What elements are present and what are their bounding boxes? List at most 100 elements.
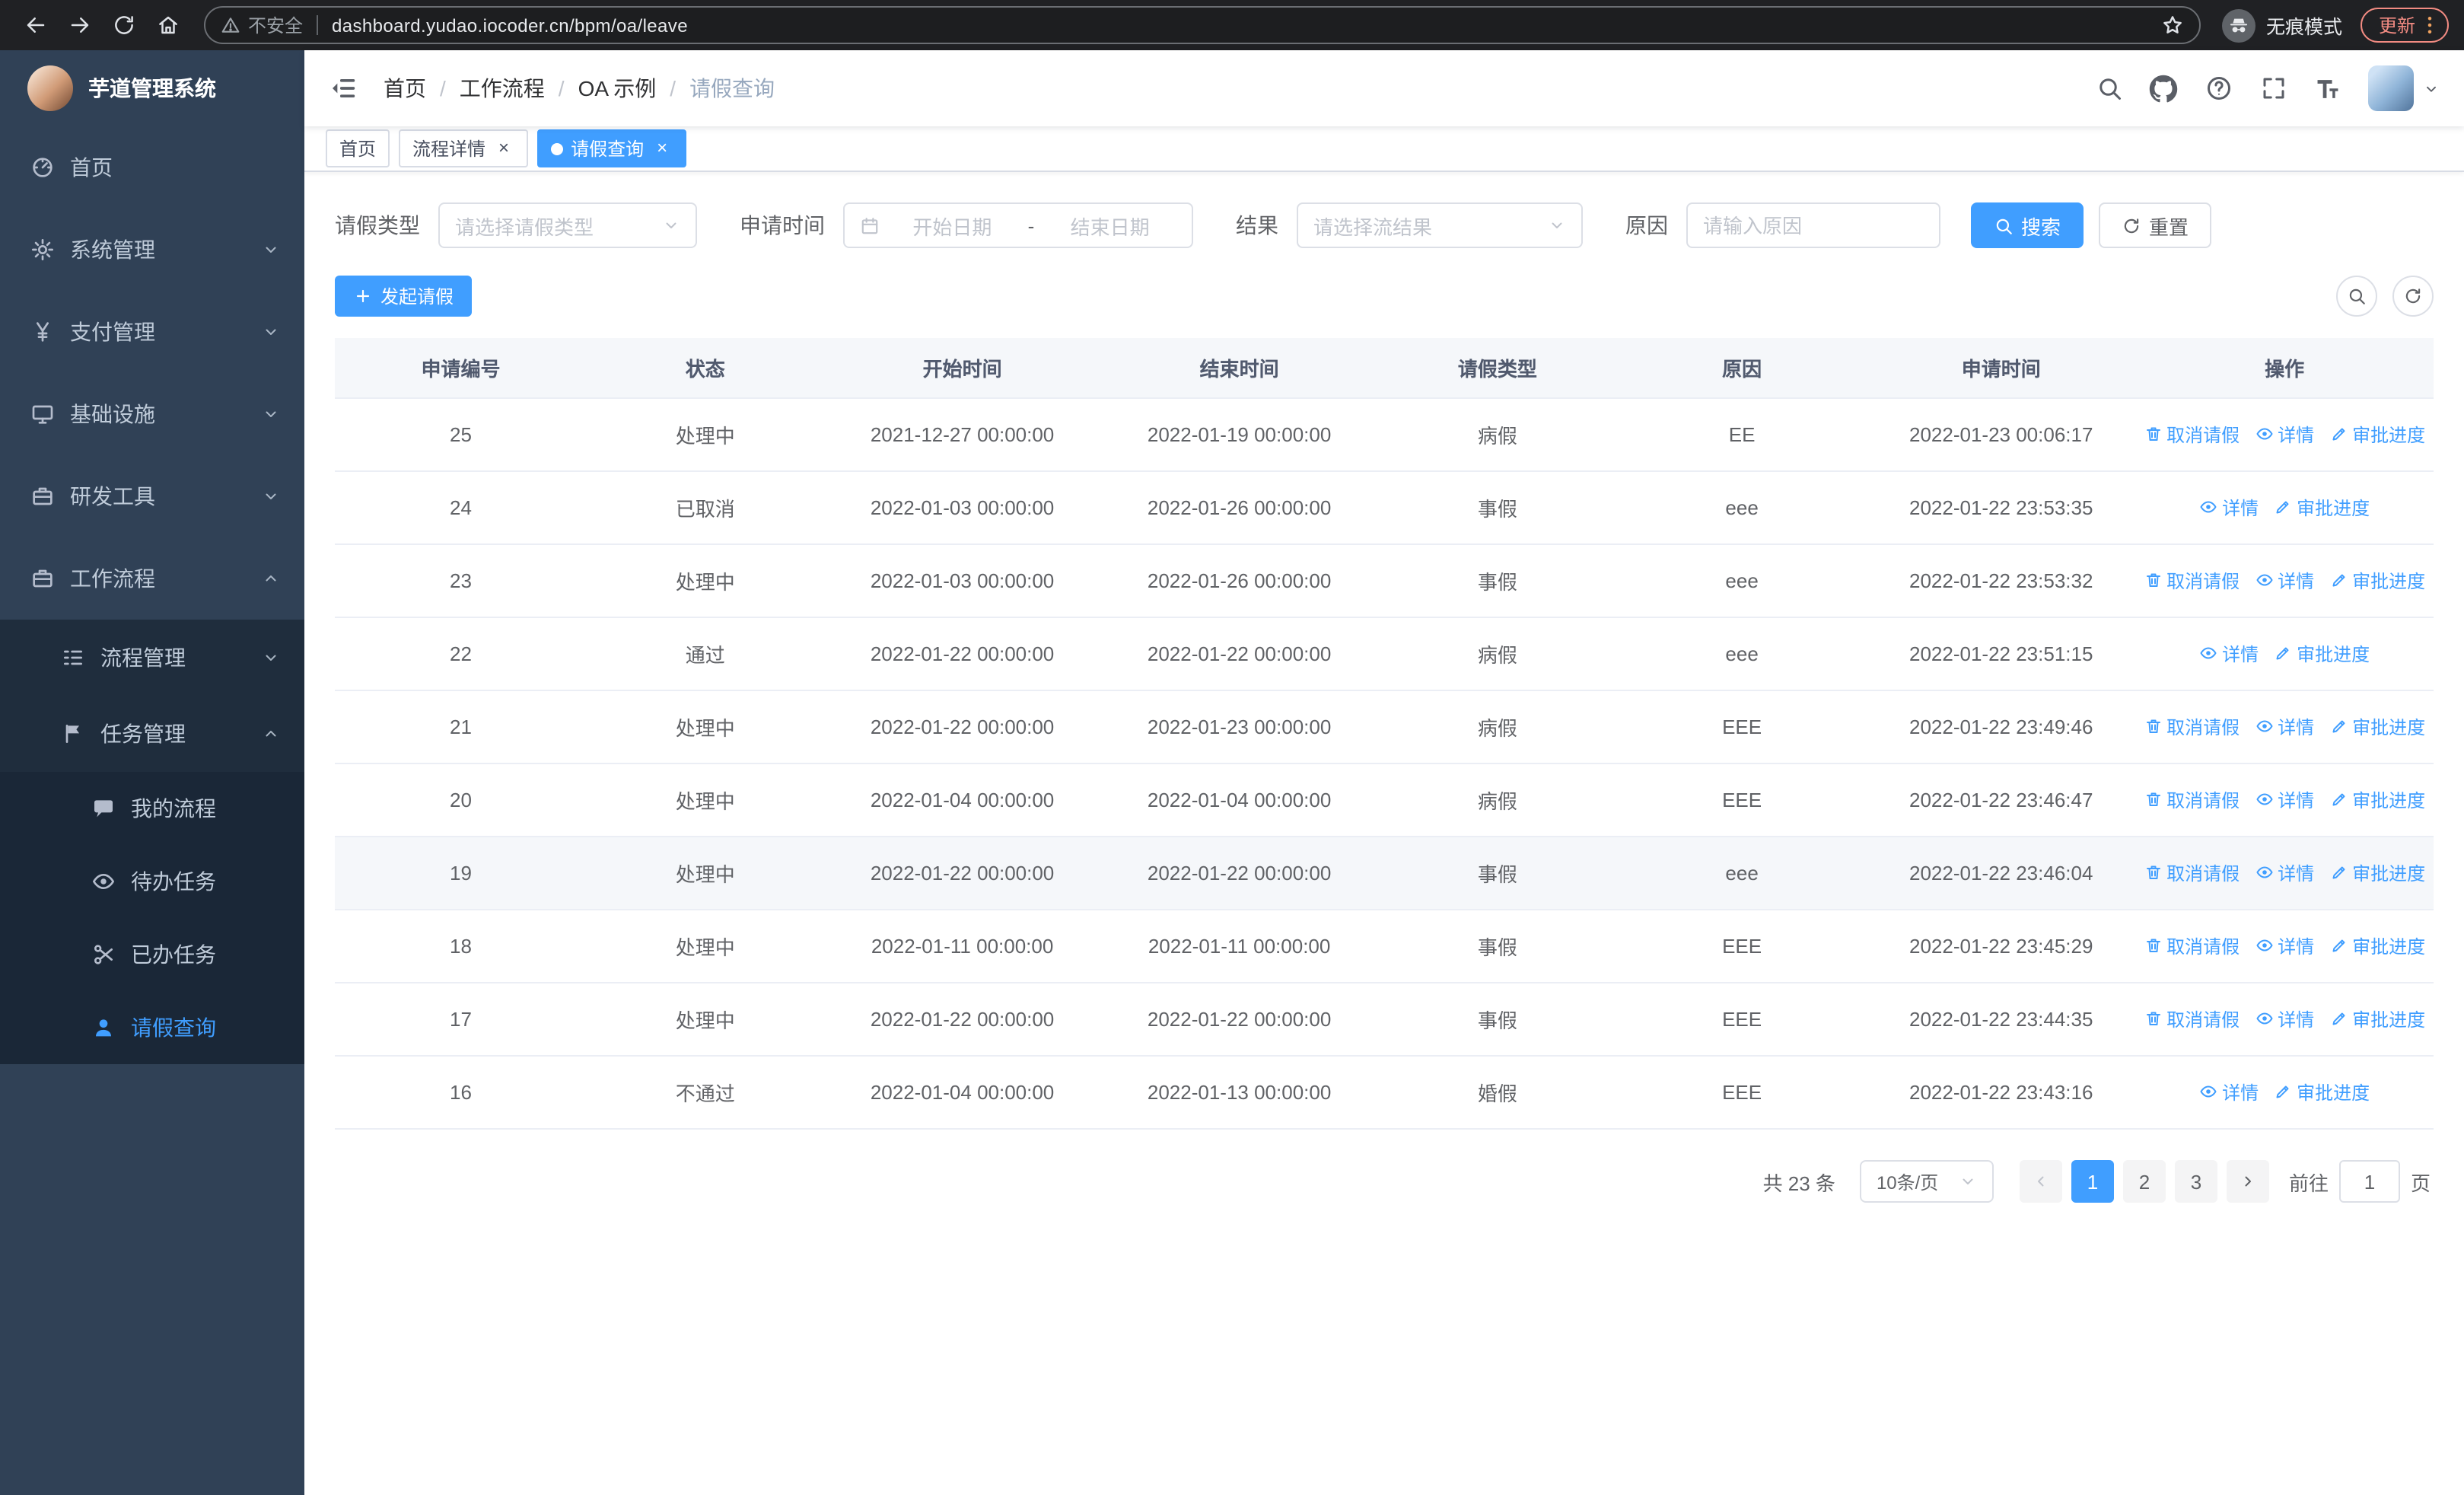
- row-action-detail[interactable]: 详情: [2255, 933, 2314, 959]
- cell-status: 处理中: [586, 398, 824, 472]
- browser-reload-button[interactable]: [103, 5, 143, 45]
- browser-back-button[interactable]: [15, 5, 55, 45]
- row-action-detail[interactable]: 详情: [2255, 860, 2314, 886]
- leave-type-select[interactable]: 请选择请假类型: [438, 202, 697, 248]
- toggle-search-button[interactable]: [2336, 276, 2377, 317]
- row-action-detail[interactable]: 详情: [2255, 1006, 2314, 1032]
- page-button-2[interactable]: 2: [2122, 1160, 2166, 1203]
- sidebar-item-home[interactable]: 首页: [0, 126, 304, 209]
- cell-status: 通过: [586, 617, 824, 691]
- tab-close-icon[interactable]: ×: [493, 137, 514, 159]
- row-action-cancel[interactable]: 取消请假: [2144, 787, 2240, 813]
- goto-page-input[interactable]: [2338, 1160, 2400, 1203]
- tab-close-icon[interactable]: ×: [651, 137, 673, 159]
- breadcrumb-item[interactable]: 工作流程: [460, 73, 545, 104]
- trash-icon: [2144, 718, 2162, 736]
- row-action-detail[interactable]: 详情: [2255, 714, 2314, 740]
- sidebar-item-todo-tasks[interactable]: 待办任务: [0, 845, 304, 918]
- sidebar-item-process-management[interactable]: 流程管理: [0, 620, 304, 696]
- row-action-detail[interactable]: 详情: [2255, 422, 2314, 448]
- table-row: 25 处理中 2021-12-27 00:00:00 2022-01-19 00:00…: [335, 398, 2434, 472]
- cell-end: 2022-01-04 00:00:00: [1100, 763, 1378, 837]
- tab-process-detail[interactable]: 流程详情 ×: [399, 129, 529, 167]
- sidebar-item-leave-query[interactable]: 请假查询: [0, 991, 304, 1064]
- create-leave-button[interactable]: 发起请假: [335, 276, 473, 317]
- row-action-progress[interactable]: 审批进度: [2329, 714, 2425, 740]
- column-header: 操作: [2135, 338, 2434, 399]
- app-logo[interactable]: 芋道管理系统: [0, 50, 304, 126]
- row-action-progress[interactable]: 审批进度: [2274, 1079, 2370, 1105]
- filter-leave-type: 请假类型 请选择请假类型: [335, 202, 697, 248]
- sidebar-item-payment-management[interactable]: 支付管理: [0, 291, 304, 373]
- sidebar-item-my-process[interactable]: 我的流程: [0, 772, 304, 845]
- refresh-icon: [2122, 215, 2141, 235]
- result-select[interactable]: 请选择流结果: [1297, 202, 1583, 248]
- url-text[interactable]: dashboard.yudao.iocoder.cn/bpm/oa/leave: [332, 14, 688, 36]
- page-button-1[interactable]: 1: [2071, 1160, 2114, 1203]
- row-action-cancel[interactable]: 取消请假: [2144, 422, 2240, 448]
- row-action-progress[interactable]: 审批进度: [2274, 641, 2370, 667]
- prev-page-button[interactable]: [2019, 1160, 2062, 1203]
- sidebar-item-system-management[interactable]: 系统管理: [0, 209, 304, 291]
- sidebar-item-label: 流程管理: [100, 645, 186, 670]
- row-action-progress[interactable]: 审批进度: [2274, 495, 2370, 521]
- row-action-cancel[interactable]: 取消请假: [2144, 933, 2240, 959]
- next-page-button[interactable]: [2226, 1160, 2269, 1203]
- column-header: 开始时间: [823, 338, 1101, 399]
- home-icon: [156, 14, 179, 37]
- page-button-3[interactable]: 3: [2174, 1160, 2217, 1203]
- tab-leave-query[interactable]: 请假查询 ×: [537, 129, 687, 167]
- sidebar-item-workflow[interactable]: 工作流程: [0, 537, 304, 620]
- apply-time-range-picker[interactable]: 开始日期 - 结束日期: [843, 202, 1193, 248]
- row-action-detail[interactable]: 详情: [2199, 495, 2259, 521]
- cell-end: 2022-01-23 00:00:00: [1100, 690, 1378, 764]
- row-action-progress[interactable]: 审批进度: [2329, 568, 2425, 594]
- row-action-detail[interactable]: 详情: [2255, 787, 2314, 813]
- row-action-progress[interactable]: 审批进度: [2329, 1006, 2425, 1032]
- refresh-table-button[interactable]: [2392, 276, 2434, 317]
- row-action-progress[interactable]: 审批进度: [2329, 860, 2425, 886]
- search-button[interactable]: 搜索: [1971, 202, 2084, 248]
- row-action-detail[interactable]: 详情: [2255, 568, 2314, 594]
- pagination: 共 23 条 10条/页 123 前往 页: [335, 1160, 2434, 1203]
- goto-page-unit: 页: [2410, 1171, 2431, 1194]
- result-label: 结果: [1236, 213, 1278, 237]
- row-action-progress[interactable]: 审批进度: [2329, 787, 2425, 813]
- tab-home[interactable]: 首页: [326, 129, 390, 167]
- security-warning-label[interactable]: 不安全: [248, 12, 303, 38]
- sidebar-item-infrastructure[interactable]: 基础设施: [0, 373, 304, 455]
- fullscreen-button[interactable]: [2257, 72, 2289, 104]
- row-action-cancel[interactable]: 取消请假: [2144, 714, 2240, 740]
- sidebar-item-dev-tools[interactable]: 研发工具: [0, 455, 304, 537]
- column-header: 状态: [586, 338, 824, 399]
- browser-home-button[interactable]: [148, 5, 187, 45]
- row-action-detail[interactable]: 详情: [2199, 1079, 2259, 1105]
- browser-address-bar[interactable]: 不安全 dashboard.yudao.iocoder.cn/bpm/oa/le…: [204, 6, 2201, 44]
- row-action-cancel[interactable]: 取消请假: [2144, 1006, 2240, 1032]
- page-size-select[interactable]: 10条/页: [1859, 1160, 1994, 1203]
- row-action-progress[interactable]: 审批进度: [2329, 422, 2425, 448]
- pagination-total: 共 23 条: [1762, 1171, 1835, 1194]
- breadcrumb-item[interactable]: 首页: [384, 73, 426, 104]
- row-action-progress[interactable]: 审批进度: [2329, 933, 2425, 959]
- bookmark-star-icon[interactable]: [2161, 14, 2184, 37]
- breadcrumb-item[interactable]: OA 示例: [578, 73, 657, 104]
- create-leave-label: 发起请假: [380, 286, 454, 308]
- sidebar-item-task-management[interactable]: 任务管理: [0, 696, 304, 772]
- user-menu[interactable]: [2368, 65, 2440, 111]
- row-action-cancel[interactable]: 取消请假: [2144, 568, 2240, 594]
- row-action-detail[interactable]: 详情: [2199, 641, 2259, 667]
- cell-start: 2022-01-04 00:00:00: [823, 1056, 1101, 1130]
- browser-update-menu-button[interactable]: 更新: [2360, 8, 2449, 43]
- sidebar-toggle-icon[interactable]: [329, 73, 359, 104]
- tab-label: 首页: [339, 139, 377, 160]
- font-size-button[interactable]: [2312, 72, 2344, 104]
- sidebar-item-done-tasks[interactable]: 已办任务: [0, 918, 304, 991]
- browser-forward-button[interactable]: [59, 5, 99, 45]
- row-action-cancel[interactable]: 取消请假: [2144, 860, 2240, 886]
- reset-button[interactable]: 重置: [2099, 202, 2212, 248]
- header-search-button[interactable]: [2093, 72, 2125, 104]
- help-button[interactable]: [2202, 72, 2234, 104]
- reason-input[interactable]: [1686, 202, 1940, 248]
- github-button[interactable]: [2147, 72, 2179, 104]
